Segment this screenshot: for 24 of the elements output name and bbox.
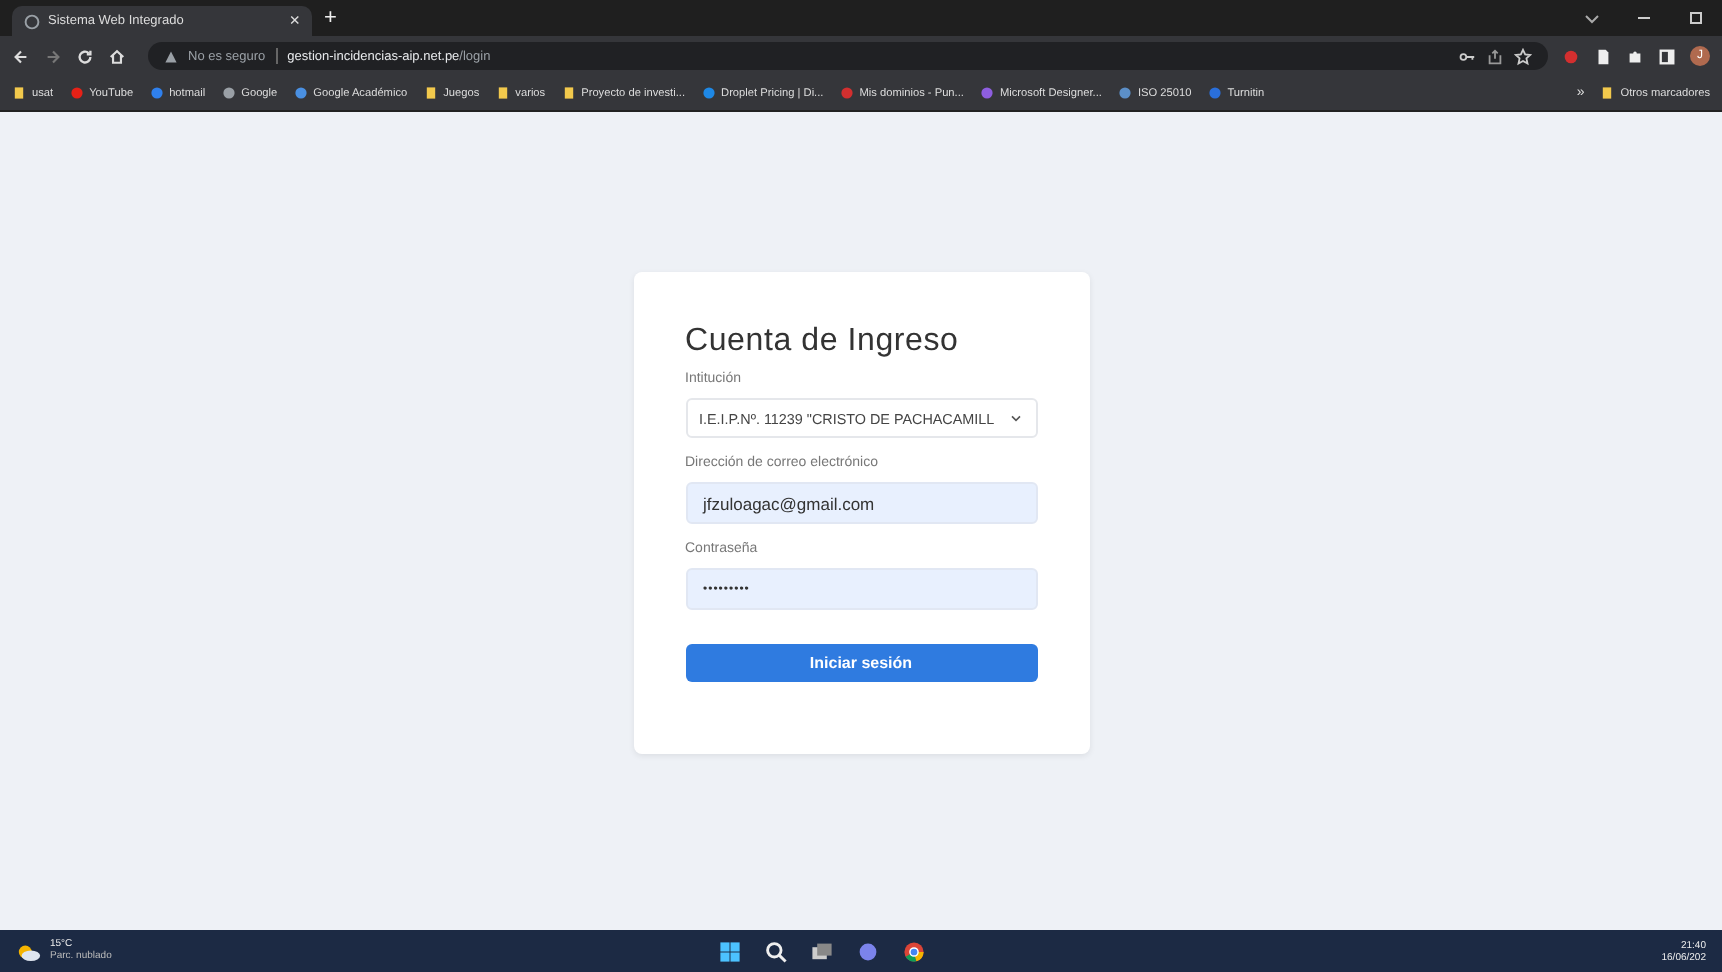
chrome-icon[interactable] [901,939,925,963]
restore-icon[interactable] [1686,8,1706,28]
key-icon[interactable] [1458,47,1476,65]
warning-icon [164,49,178,63]
form-title: Cuenta de Ingreso [685,324,961,360]
search-icon[interactable] [763,939,787,963]
home-icon[interactable] [108,47,126,65]
task-view-icon[interactable] [809,939,833,963]
close-tab-button[interactable]: × [289,12,300,30]
chevron-down-icon [1007,410,1023,426]
globe-icon [24,13,40,29]
new-tab-button[interactable]: + [312,7,349,29]
email-field[interactable]: jfzuloagac@gmail.com [685,482,1037,524]
reload-icon[interactable] [76,47,94,65]
document-icon[interactable] [1594,47,1612,65]
forward-icon[interactable] [44,47,62,65]
back-icon[interactable] [12,47,30,65]
share-icon[interactable] [1486,47,1504,65]
windows-start-icon[interactable] [717,939,741,963]
weather-icon [16,941,42,961]
login-button[interactable]: Iniciar sesión [685,644,1037,682]
side-panel-icon[interactable] [1658,47,1676,65]
folder-icon [1600,86,1615,100]
star-icon[interactable] [1514,47,1532,65]
